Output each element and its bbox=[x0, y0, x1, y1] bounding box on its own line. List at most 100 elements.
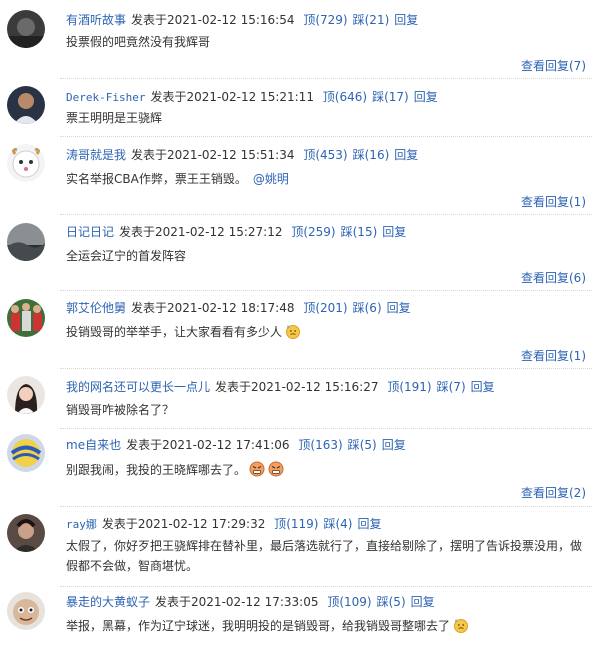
comment-item: Derek-Fisher 发表于2021-02-12 15:21:11 顶(646… bbox=[0, 84, 600, 136]
user-avatar[interactable] bbox=[7, 299, 45, 337]
user-avatar[interactable] bbox=[7, 514, 45, 552]
angry-emoji-icon bbox=[268, 461, 284, 477]
comment-text: 实名举报CBA作弊，票王王销毁。 bbox=[66, 172, 247, 186]
divider bbox=[60, 428, 592, 429]
username-link[interactable]: ray娜 bbox=[66, 518, 97, 531]
posted-label: 发表于 bbox=[126, 438, 163, 452]
downvote-button[interactable]: 踩(6) bbox=[353, 301, 382, 315]
upvote-button[interactable]: 顶(453) bbox=[303, 148, 347, 162]
upvote-button[interactable]: 顶(109) bbox=[327, 595, 371, 609]
post-datetime: 2021-02-12 15:16:27 bbox=[251, 380, 379, 394]
username-link[interactable]: Derek-Fisher bbox=[66, 91, 145, 104]
post-datetime: 2021-02-12 17:29:32 bbox=[137, 517, 266, 531]
upvote-button[interactable]: 顶(119) bbox=[274, 517, 318, 531]
comment-text-block: 举报，黑幕，作为辽宁球迷，我明明投的是销毁哥，给我销毁哥整哪去了 bbox=[66, 616, 586, 636]
posted-label: 发表于 bbox=[101, 517, 138, 531]
posted-label: 发表于 bbox=[150, 90, 187, 104]
reply-button[interactable]: 回复 bbox=[387, 301, 411, 315]
downvote-button[interactable]: 踩(4) bbox=[323, 517, 352, 531]
comment-item: 日记日记 发表于2021-02-12 15:27:12 顶(259) 踩(15) 回复… bbox=[0, 220, 600, 290]
reply-button[interactable]: 回复 bbox=[394, 13, 418, 27]
view-replies-link[interactable]: 查看回复(1) bbox=[521, 194, 586, 210]
user-avatar[interactable] bbox=[7, 86, 45, 124]
username-link[interactable]: 有酒听故事 bbox=[66, 13, 126, 27]
posted-label: 发表于 bbox=[155, 595, 192, 609]
username-link[interactable]: 日记日记 bbox=[66, 225, 114, 239]
comment-list: 有酒听故事 发表于2021-02-12 15:16:54 顶(729) 踩(21) 回… bbox=[0, 0, 600, 645]
user-avatar[interactable] bbox=[7, 434, 45, 472]
username-link[interactable]: 涛哥就是我 bbox=[66, 148, 126, 162]
comment-text: 别跟我闹，我投的王晓辉哪去了。 bbox=[66, 463, 247, 477]
comment-item: 暴走的大黄蚁子 发表于2021-02-12 17:33:05 顶(109) 踩(5)… bbox=[0, 590, 600, 645]
comment-item: ray娜 发表于2021-02-12 17:29:32 顶(119) 踩(4) 回复 … bbox=[0, 512, 600, 588]
post-datetime: 2021-02-12 15:16:54 bbox=[167, 13, 295, 27]
comment-text: 举报，黑幕，作为辽宁球迷，我明明投的是销毁哥，给我销毁哥整哪去了 bbox=[66, 619, 451, 633]
reply-button[interactable]: 回复 bbox=[414, 90, 438, 104]
angry-emoji-icon bbox=[249, 461, 265, 477]
sweat-emoji-icon bbox=[286, 325, 301, 339]
user-avatar[interactable] bbox=[7, 144, 45, 182]
sweat-emoji-icon bbox=[454, 619, 469, 633]
downvote-button[interactable]: 踩(21) bbox=[353, 13, 390, 27]
user-avatar[interactable] bbox=[7, 592, 45, 630]
divider bbox=[60, 136, 592, 137]
reply-button[interactable]: 回复 bbox=[471, 380, 495, 394]
view-replies-link[interactable]: 查看回复(6) bbox=[521, 270, 586, 286]
comment-item: 郭艾伦他舅 发表于2021-02-12 18:17:48 顶(201) 踩(6) 回复… bbox=[0, 296, 600, 368]
divider bbox=[60, 506, 592, 507]
upvote-button[interactable]: 顶(201) bbox=[303, 301, 347, 315]
upvote-button[interactable]: 顶(191) bbox=[387, 380, 431, 394]
post-datetime: 2021-02-12 18:17:48 bbox=[167, 301, 295, 315]
comment-item: 涛哥就是我 发表于2021-02-12 15:51:34 顶(453) 踩(16) 回… bbox=[0, 142, 600, 214]
comment-text-block: 别跟我闹，我投的王晓辉哪去了。 bbox=[66, 460, 586, 480]
username-link[interactable]: 郭艾伦他舅 bbox=[66, 301, 126, 315]
divider bbox=[60, 586, 592, 587]
divider bbox=[60, 214, 592, 215]
comment-text: 投销毁哥的举举手，让大家看看有多少人 bbox=[66, 325, 283, 339]
post-datetime: 2021-02-12 15:21:11 bbox=[186, 90, 314, 104]
reply-button[interactable]: 回复 bbox=[357, 517, 381, 531]
post-datetime: 2021-02-12 17:41:06 bbox=[162, 438, 290, 452]
divider bbox=[60, 78, 592, 79]
comment-text: 销毁哥咋被除名了？ bbox=[66, 403, 175, 417]
view-replies-link[interactable]: 查看回复(1) bbox=[521, 348, 586, 364]
reply-button[interactable]: 回复 bbox=[411, 595, 435, 609]
comment-text-block: 实名举报CBA作弊，票王王销毁。 @姚明 bbox=[66, 169, 586, 189]
mention-link[interactable]: @姚明 bbox=[253, 172, 289, 186]
posted-label: 发表于 bbox=[119, 225, 156, 239]
upvote-button[interactable]: 顶(163) bbox=[298, 438, 342, 452]
posted-label: 发表于 bbox=[131, 301, 168, 315]
view-replies-link[interactable]: 查看回复(2) bbox=[521, 485, 586, 501]
downvote-button[interactable]: 踩(16) bbox=[353, 148, 390, 162]
upvote-button[interactable]: 顶(259) bbox=[291, 225, 335, 239]
downvote-button[interactable]: 踩(17) bbox=[372, 90, 409, 104]
post-datetime: 2021-02-12 15:27:12 bbox=[155, 225, 283, 239]
username-link[interactable]: me自来也 bbox=[66, 438, 121, 452]
comment-item: 有酒听故事 发表于2021-02-12 15:16:54 顶(729) 踩(21) 回… bbox=[0, 8, 600, 80]
comment-item: me自来也 发表于2021-02-12 17:41:06 顶(163) 踩(5) 回复… bbox=[0, 432, 600, 504]
divider bbox=[60, 290, 592, 291]
user-avatar[interactable] bbox=[7, 223, 45, 261]
reply-button[interactable]: 回复 bbox=[382, 438, 406, 452]
comment-item: 我的网名还可以更长一点儿 发表于2021-02-12 15:16:27 顶(191… bbox=[0, 374, 600, 426]
comment-text: 太假了，你好歹把王骁辉排在替补里，最后落选就行了，直接给剔除了，摆明了告诉投票没… bbox=[66, 539, 583, 573]
user-avatar[interactable] bbox=[7, 376, 45, 414]
view-replies-link[interactable]: 查看回复(7) bbox=[521, 58, 586, 74]
comment-text: 投票假的吧竟然没有我辉哥 bbox=[66, 35, 211, 49]
user-avatar[interactable] bbox=[7, 10, 45, 48]
upvote-button[interactable]: 顶(729) bbox=[303, 13, 347, 27]
divider bbox=[60, 368, 592, 369]
username-link[interactable]: 我的网名还可以更长一点儿 bbox=[66, 380, 210, 394]
downvote-button[interactable]: 踩(7) bbox=[437, 380, 466, 394]
upvote-button[interactable]: 顶(646) bbox=[323, 90, 367, 104]
username-link[interactable]: 暴走的大黄蚁子 bbox=[66, 595, 150, 609]
reply-button[interactable]: 回复 bbox=[394, 148, 418, 162]
posted-label: 发表于 bbox=[131, 148, 168, 162]
downvote-button[interactable]: 踩(5) bbox=[377, 595, 406, 609]
downvote-button[interactable]: 踩(15) bbox=[341, 225, 378, 239]
downvote-button[interactable]: 踩(5) bbox=[348, 438, 377, 452]
reply-button[interactable]: 回复 bbox=[382, 225, 406, 239]
posted-label: 发表于 bbox=[131, 13, 168, 27]
comment-text-block: 投销毁哥的举举手，让大家看看有多少人 bbox=[66, 322, 586, 342]
comment-text: 全运会辽宁的首发阵容 bbox=[66, 249, 187, 263]
